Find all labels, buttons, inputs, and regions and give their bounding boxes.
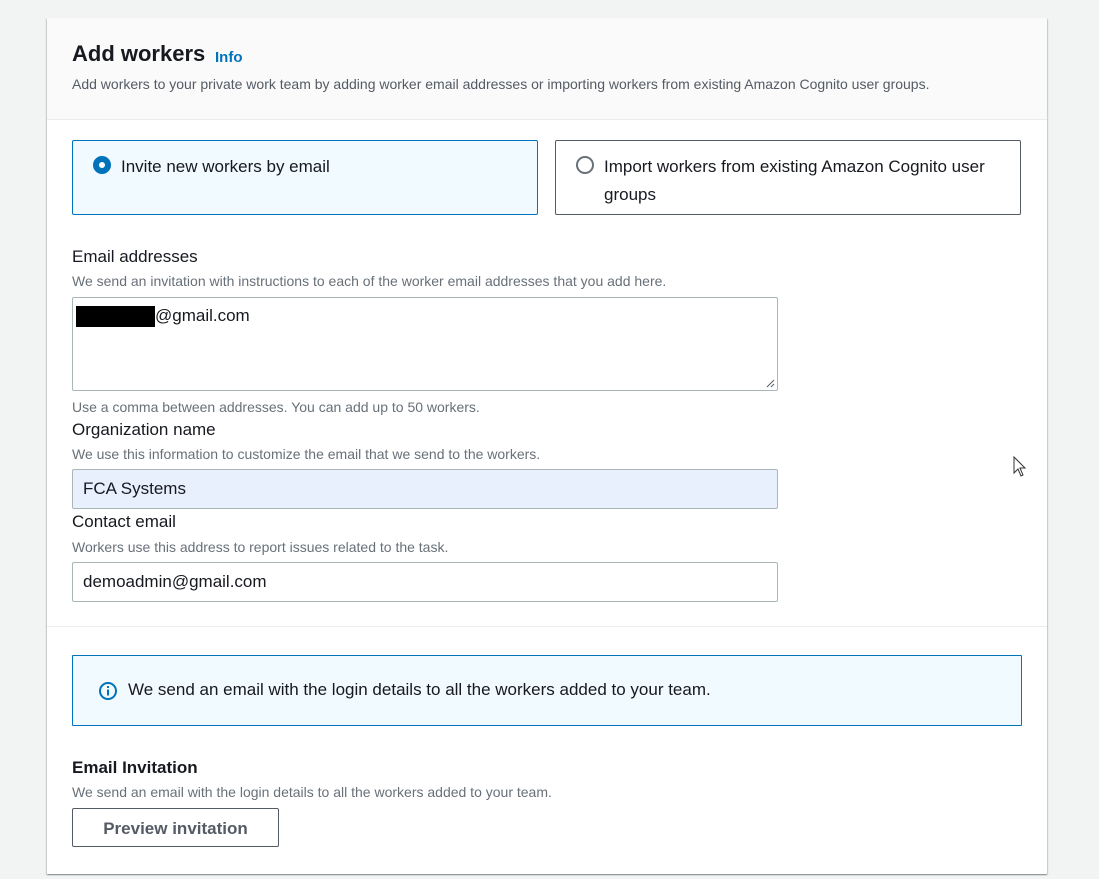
- organization-name-label: Organization name: [72, 420, 216, 439]
- resize-grip-icon[interactable]: [766, 379, 775, 388]
- email-addresses-hint: Use a comma between addresses. You can a…: [72, 399, 480, 415]
- info-alert: We send an email with the login details …: [72, 655, 1022, 726]
- contact-email-input[interactable]: demoadmin@gmail.com: [72, 562, 778, 602]
- contact-email-label: Contact email: [72, 512, 176, 531]
- contact-email-value: demoadmin@gmail.com: [83, 572, 267, 591]
- page-description: Add workers to your private work team by…: [72, 76, 930, 92]
- email-addresses-label: Email addresses: [72, 247, 198, 266]
- mouse-pointer-icon: [1013, 456, 1027, 477]
- import-cognito-label: Import workers from existing Amazon Cogn…: [604, 157, 985, 204]
- redacted-text: [76, 306, 155, 327]
- info-link[interactable]: Info: [215, 49, 243, 66]
- organization-name-input[interactable]: FCA Systems: [72, 469, 778, 509]
- panel-header: Add workers Info Add workers to your pri…: [47, 18, 1047, 120]
- add-workers-panel: Add workers Info Add workers to your pri…: [47, 18, 1047, 874]
- preview-invitation-button[interactable]: Preview invitation: [72, 808, 279, 847]
- invite-by-email-option[interactable]: Invite new workers by email: [72, 140, 538, 215]
- email-addresses-value: @gmail.com: [155, 306, 250, 325]
- import-cognito-option[interactable]: Import workers from existing Amazon Cogn…: [555, 140, 1021, 215]
- email-invitation-title: Email Invitation: [72, 758, 198, 777]
- email-addresses-textarea[interactable]: @gmail.com: [72, 297, 778, 391]
- invite-by-email-label: Invite new workers by email: [121, 157, 330, 176]
- radio-selected-icon[interactable]: [93, 156, 111, 174]
- page-title: Add workers: [72, 41, 206, 66]
- organization-name-value: FCA Systems: [83, 479, 186, 498]
- email-invitation-description: We send an email with the login details …: [72, 784, 552, 800]
- contact-email-description: Workers use this address to report issue…: [72, 539, 449, 555]
- radio-unselected-icon[interactable]: [576, 156, 594, 174]
- organization-name-description: We use this information to customize the…: [72, 446, 541, 462]
- section-divider: [47, 626, 1047, 627]
- email-addresses-description: We send an invitation with instructions …: [72, 273, 667, 289]
- info-alert-text: We send an email with the login details …: [128, 680, 711, 699]
- info-icon: [99, 682, 117, 700]
